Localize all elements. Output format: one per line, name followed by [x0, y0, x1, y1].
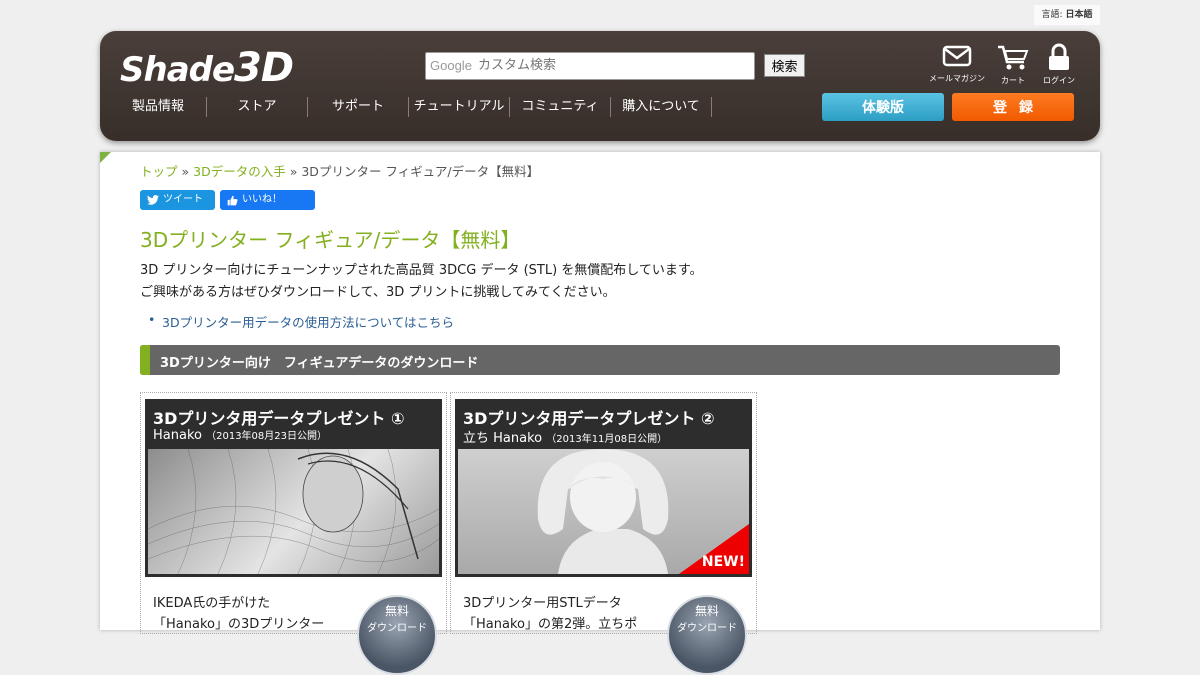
section-accent-bar: [140, 345, 150, 375]
social-buttons: ツイート いいね！: [140, 190, 315, 210]
card-text-line: IKEDA氏の手がけた: [153, 596, 271, 611]
search-box[interactable]: Google: [425, 52, 755, 80]
new-badge-text: NEW!: [701, 554, 745, 570]
mail-icon: [942, 45, 972, 67]
card-subtitle: Hanako （2013年08月23日公開）: [153, 427, 327, 443]
card-description: IKEDA氏の手がけた 「Hanako」の3Dプリンター: [153, 593, 343, 635]
download-label: ダウンロード: [677, 623, 737, 634]
shade3d-logo[interactable]: Shade3D: [120, 45, 294, 91]
nav-support[interactable]: サポート: [308, 97, 409, 117]
main-content: トップ » 3Dデータの入手 » 3Dプリンター フィギュア/データ【無料】 ツ…: [100, 152, 1100, 675]
cart-label: カート: [1001, 76, 1025, 85]
card-name: 立ち Hanako: [463, 431, 543, 446]
search-brand: Google: [430, 58, 472, 73]
figure-image: NEW!: [458, 449, 749, 574]
login-link[interactable]: ログイン: [1027, 43, 1091, 86]
download-label-free: 無料: [694, 604, 719, 618]
card-title: 3Dプリンタ用データプレゼント ①: [153, 409, 405, 428]
search-button[interactable]: 検索: [764, 54, 805, 77]
mail-magazine-link[interactable]: メールマガジン: [925, 43, 989, 84]
figure-card[interactable]: 3Dプリンタ用データプレゼント ① Hanako （2013年08月23日公開）…: [140, 392, 447, 675]
tweet-label: ツイート: [163, 194, 203, 205]
download-label: ダウンロード: [367, 623, 427, 634]
like-label: いいね！: [242, 194, 282, 205]
logo-text: Shade: [120, 50, 235, 90]
usage-link[interactable]: 3Dプリンター用データの使用方法についてはこちら: [148, 312, 454, 331]
figure-image: [148, 449, 439, 574]
login-label: ログイン: [1043, 76, 1075, 85]
lock-icon: [1049, 43, 1069, 70]
breadcrumb: トップ » 3Dデータの入手 » 3Dプリンター フィギュア/データ【無料】: [140, 161, 539, 180]
logo-3d-text: 3D: [234, 45, 294, 91]
breadcrumb-home[interactable]: トップ: [140, 164, 178, 179]
description-line: 3D プリンター向けにチューンナップされた高品質 3DCG データ (STL) …: [140, 263, 703, 278]
breadcrumb-sep: »: [289, 164, 298, 179]
mail-label: メールマガジン: [929, 74, 985, 83]
card-name: Hanako: [153, 428, 202, 443]
search-input[interactable]: [426, 53, 753, 77]
section-header: 3Dプリンター向け フィギュアデータのダウンロード: [140, 345, 1060, 375]
corner-accent: [100, 152, 111, 163]
card-date: （2013年11月08日公開）: [546, 434, 668, 445]
nav-products[interactable]: 製品情報: [110, 97, 207, 117]
page-title: 3Dプリンター フィギュア/データ【無料】: [140, 228, 521, 252]
like-button[interactable]: いいね！: [220, 190, 315, 210]
site-header: Shade3D Google 検索 メールマガジン カート ログイン 製品情報 …: [100, 31, 1100, 141]
page-description: 3D プリンター向けにチューンナップされた高品質 3DCG データ (STL) …: [140, 260, 703, 304]
nav-store[interactable]: ストア: [207, 97, 308, 117]
breadcrumb-sep: »: [181, 164, 190, 179]
language-value: 日本語: [1065, 10, 1093, 20]
nav-purchase[interactable]: 購入について: [611, 97, 712, 117]
cart-icon: [998, 45, 1029, 70]
card-title: 3Dプリンタ用データプレゼント ②: [463, 409, 715, 428]
download-label-free: 無料: [384, 604, 409, 618]
breadcrumb-current: 3Dプリンター フィギュア/データ【無料】: [301, 164, 540, 179]
breadcrumb-3d-data[interactable]: 3Dデータの入手: [193, 164, 286, 179]
card-text-line: 3Dプリンター用STLデータ: [463, 596, 622, 611]
language-label: 言語:: [1041, 10, 1063, 20]
figure-card[interactable]: 3Dプリンタ用データプレゼント ② 立ち Hanako （2013年11月08日…: [450, 392, 757, 675]
card-description: 3Dプリンター用STLデータ 「Hanako」の第2弾。立ちポ: [463, 593, 653, 635]
section-title: 3Dプリンター向け フィギュアデータのダウンロード: [160, 356, 479, 371]
card-text-line: 「Hanako」の3Dプリンター: [153, 617, 325, 632]
free-download-button[interactable]: 無料 ダウンロード: [357, 595, 437, 675]
card-banner: 3Dプリンタ用データプレゼント ① Hanako （2013年08月23日公開）: [145, 399, 442, 577]
thumbs-up-icon: [227, 195, 238, 205]
card-date: （2013年08月23日公開）: [206, 431, 328, 442]
description-line: ご興味がある方はぜひダウンロードして、3D プリントに挑戦してみてください。: [140, 285, 616, 300]
card-banner: 3Dプリンタ用データプレゼント ② 立ち Hanako （2013年11月08日…: [455, 399, 752, 577]
main-nav: 製品情報 ストア サポート チュートリアル コミュニティ 購入について: [110, 97, 712, 117]
register-button[interactable]: 登録: [952, 93, 1074, 121]
wireframe-figure: [148, 449, 439, 574]
tweet-button[interactable]: ツイート: [140, 190, 215, 210]
card-text-line: 「Hanako」の第2弾。立ちポ: [463, 617, 638, 632]
twitter-bird-icon: [147, 195, 159, 205]
trial-button[interactable]: 体験版: [822, 93, 944, 121]
card-subtitle: 立ち Hanako （2013年11月08日公開）: [463, 427, 667, 446]
nav-tutorial[interactable]: チュートリアル: [409, 97, 510, 117]
free-download-button[interactable]: 無料 ダウンロード: [667, 595, 747, 675]
nav-community[interactable]: コミュニティ: [510, 97, 611, 117]
language-selector[interactable]: 言語: 日本語: [1034, 5, 1100, 25]
